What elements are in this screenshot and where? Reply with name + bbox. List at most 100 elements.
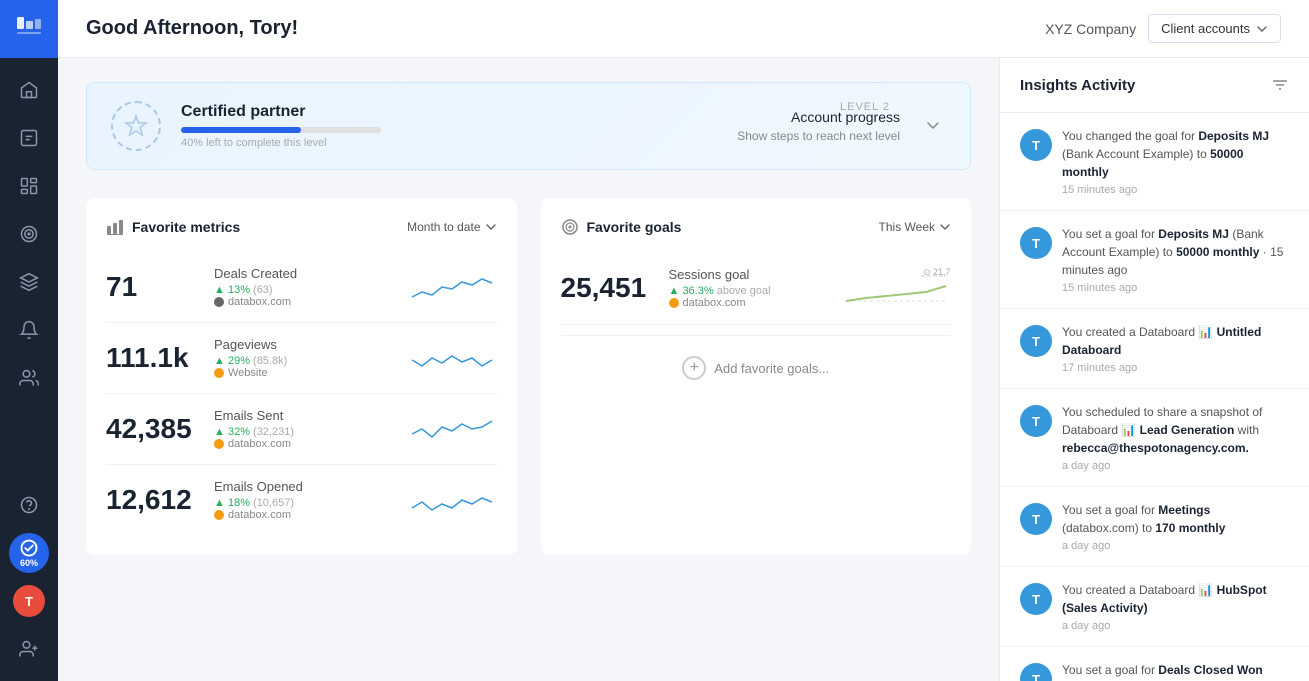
insight-text: You set a goal for Meetings (databox.com… <box>1062 501 1289 537</box>
sidebar-item-goals[interactable] <box>0 210 58 258</box>
svg-text:⊙ 21,778: ⊙ 21,778 <box>923 267 951 277</box>
metrics-grid: Favorite metrics Month to date 71 Deals … <box>86 198 971 555</box>
add-goal-button[interactable]: + Add favorite goals... <box>561 335 952 400</box>
content-area: Certified partner 40% left to complete t… <box>58 58 1309 681</box>
sidebar-item-team[interactable] <box>9 625 49 673</box>
insight-avatar: T <box>1020 227 1052 259</box>
insight-text: You changed the goal for Deposits MJ (Ba… <box>1062 127 1289 181</box>
insight-item: T You set a goal for Deals Closed Won Am… <box>1000 647 1309 681</box>
source-dot <box>214 510 224 520</box>
chevron-down-icon <box>939 221 951 233</box>
add-icon: + <box>682 356 706 380</box>
partner-title: Certified partner <box>181 103 717 121</box>
sidebar-item-stack[interactable] <box>0 258 58 306</box>
sparkline-deals <box>407 267 497 307</box>
badge-label: 60% <box>20 558 38 568</box>
insight-item: T You changed the goal for Deposits MJ (… <box>1000 113 1309 211</box>
insight-text: You set a goal for Deals Closed Won Amou… <box>1062 661 1289 681</box>
insight-item: T You created a Databoard 📊 HubSpot (Sal… <box>1000 567 1309 647</box>
company-name: XYZ Company <box>1045 21 1136 37</box>
metric-source: Website <box>214 367 407 379</box>
metric-label: Deals Created <box>214 266 407 281</box>
insight-time: a day ago <box>1062 460 1289 472</box>
sidebar-item-help[interactable] <box>9 481 49 529</box>
insight-avatar: T <box>1020 583 1052 615</box>
sidebar-item-chart[interactable] <box>0 162 58 210</box>
sidebar-item-home[interactable] <box>0 66 58 114</box>
metric-row-emails-opened: 12,612 Emails Opened 18% (10,657) databo… <box>106 465 497 535</box>
partner-sub: 40% left to complete this level <box>181 137 717 149</box>
sidebar-item-badge[interactable]: 60% <box>9 529 49 577</box>
sidebar: 60% T <box>0 0 58 681</box>
metrics-panel: Favorite metrics Month to date 71 Deals … <box>86 198 517 555</box>
metric-label: Emails Opened <box>214 479 407 494</box>
goals-panel: Favorite goals This Week 25,451 Sessions… <box>541 198 972 555</box>
sidebar-item-people[interactable] <box>0 354 58 402</box>
insight-time: 17 minutes ago <box>1062 362 1289 374</box>
source-dot <box>669 298 679 308</box>
content-main: Certified partner 40% left to complete t… <box>58 58 999 681</box>
sidebar-item-avatar[interactable]: T <box>9 577 49 625</box>
sparkline-emails-opened <box>407 480 497 520</box>
metric-label: Pageviews <box>214 337 407 352</box>
chevron-down-icon <box>924 116 942 134</box>
insight-time: 15 minutes ago <box>1062 184 1289 196</box>
account-progress-sub: Show steps to reach next level <box>737 129 900 143</box>
goal-value: 25,451 <box>561 272 661 304</box>
insight-content: You scheduled to share a snapshot of Dat… <box>1062 403 1289 472</box>
insight-content: You set a goal for Deposits MJ (Bank Acc… <box>1062 225 1289 294</box>
metric-source: databox.com <box>214 296 407 308</box>
metric-row-deals-created: 71 Deals Created 13% (63) databox.com <box>106 252 497 323</box>
insight-text: You scheduled to share a snapshot of Dat… <box>1062 403 1289 457</box>
user-avatar[interactable]: T <box>13 585 45 617</box>
metrics-panel-title: Favorite metrics <box>106 218 240 236</box>
metric-change: 13% (63) <box>214 284 407 296</box>
insight-avatar: T <box>1020 129 1052 161</box>
star-icon <box>122 112 150 140</box>
metric-change: 32% (32,231) <box>214 426 407 438</box>
sidebar-bottom: 60% T <box>9 481 49 681</box>
goals-icon <box>561 218 579 236</box>
sparkline-emails-sent <box>407 409 497 449</box>
partner-info: Certified partner 40% left to complete t… <box>181 103 717 149</box>
goal-label: Sessions goal <box>669 267 842 282</box>
goals-period-selector[interactable]: This Week <box>879 220 951 234</box>
topbar: Good Afternoon, Tory! XYZ Company Client… <box>58 0 1309 58</box>
insight-time: 15 minutes ago <box>1062 282 1289 294</box>
insight-text: You set a goal for Deposits MJ (Bank Acc… <box>1062 225 1289 279</box>
metric-row-emails-sent: 42,385 Emails Sent 32% (32,231) databox.… <box>106 394 497 465</box>
expand-button[interactable] <box>920 112 946 141</box>
metrics-period-selector[interactable]: Month to date <box>407 220 496 234</box>
metric-source: databox.com <box>214 509 407 521</box>
insight-item: T You scheduled to share a snapshot of D… <box>1000 389 1309 487</box>
insight-avatar: T <box>1020 503 1052 535</box>
goal-change: ▲ 36.3% above goal <box>669 285 842 297</box>
metric-change: 18% (10,657) <box>214 497 407 509</box>
goal-sparkline: ⊙ 21,778 <box>841 266 951 310</box>
insight-avatar: T <box>1020 405 1052 437</box>
metric-info: Emails Sent 32% (32,231) databox.com <box>206 408 407 450</box>
insight-avatar: T <box>1020 663 1052 681</box>
partner-icon <box>111 101 161 151</box>
metric-source: databox.com <box>214 438 407 450</box>
sidebar-item-reports[interactable] <box>0 114 58 162</box>
filter-icon[interactable] <box>1271 76 1289 94</box>
insight-content: You created a Databoard 📊 HubSpot (Sales… <box>1062 581 1289 632</box>
insight-content: You changed the goal for Deposits MJ (Ba… <box>1062 127 1289 196</box>
sparkline-pageviews <box>407 338 497 378</box>
insight-item: T You set a goal for Meetings (databox.c… <box>1000 487 1309 567</box>
goal-info: Sessions goal ▲ 36.3% above goal databox… <box>661 267 842 309</box>
insight-text: You created a Databoard 📊 Untitled Datab… <box>1062 323 1289 359</box>
logo[interactable] <box>0 0 58 58</box>
source-dot <box>214 368 224 378</box>
chevron-down-icon <box>485 221 497 233</box>
goals-panel-header: Favorite goals This Week <box>561 218 952 236</box>
goal-source: databox.com <box>669 297 842 309</box>
insight-item: T You created a Databoard 📊 Untitled Dat… <box>1000 309 1309 389</box>
accounts-button[interactable]: Client accounts <box>1148 14 1281 43</box>
progress-bar-fill <box>181 127 301 133</box>
topbar-right: XYZ Company Client accounts <box>1045 14 1281 43</box>
goal-chart: ⊙ 21,778 <box>841 266 951 310</box>
chevron-down-icon <box>1256 23 1268 35</box>
sidebar-item-bell[interactable] <box>0 306 58 354</box>
